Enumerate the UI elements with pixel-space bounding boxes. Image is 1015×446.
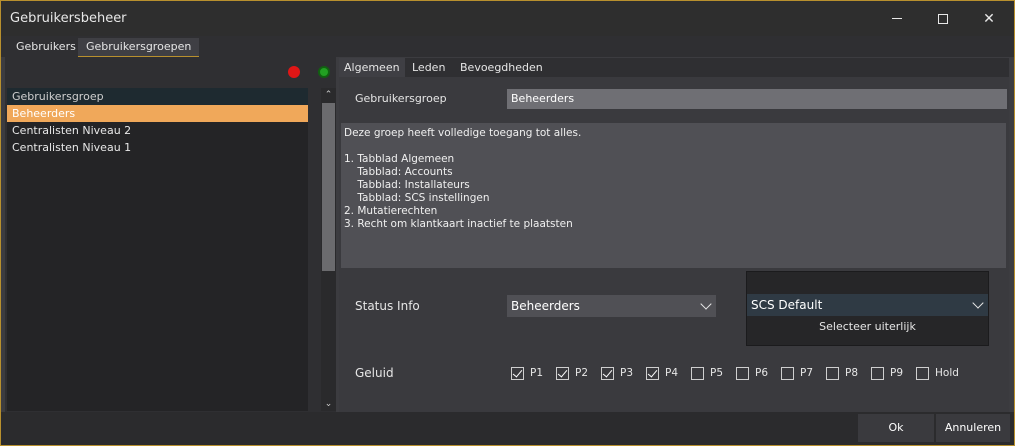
cancel-button[interactable]: Annuleren [936,414,1010,442]
checkbox[interactable] [826,367,839,380]
close-icon: ✕ [983,10,995,27]
group-list: Gebruikersgroep Beheerders Centralisten … [7,88,308,411]
checkbox-label: P5 [710,367,724,379]
checkbox[interactable] [781,367,794,380]
checkbox-label: P7 [800,367,814,379]
sound-label: Geluid [355,366,394,380]
checkbox-label: P2 [575,367,589,379]
select-appearance-button[interactable]: Selecteer uiterlijk [747,317,988,337]
checkbox[interactable] [871,367,884,380]
list-column-header[interactable]: Gebruikersgroep [7,88,308,105]
group-list-panel: Gebruikersgroep Beheerders Centralisten … [5,57,336,412]
chevron-down-icon [972,297,984,309]
group-name-field[interactable]: Beheerders [507,89,1007,109]
chevron-up-icon[interactable]: ⌃ [321,88,336,102]
checkbox[interactable] [511,367,524,380]
checkbox[interactable] [556,367,569,380]
ok-button[interactable]: Ok [858,414,934,442]
checkbox-label: P6 [755,367,769,379]
group-name-label: Gebruikersgroep [355,92,447,105]
tab-bevoegdheden[interactable]: Bevoegdheden [455,58,548,77]
checkbox-label: P4 [665,367,679,379]
minimize-icon [892,18,902,19]
list-scrollbar[interactable]: ⌃ ⌄ [321,88,336,411]
tab-gebruikersgroepen[interactable]: Gebruikersgroepen [78,38,200,57]
close-button[interactable]: ✕ [966,1,1012,36]
list-item-centralisten-niveau-2[interactable]: Centralisten Niveau 2 [7,122,308,139]
checkbox[interactable] [916,367,929,380]
scrollbar-thumb[interactable] [322,103,335,271]
checkbox-label: Hold [935,367,959,379]
dialog-button-bar: Ok Annuleren [1,412,1014,445]
list-item-centralisten-niveau-1[interactable]: Centralisten Niveau 1 [7,139,308,156]
maximize-button[interactable] [920,1,966,36]
group-description-textarea[interactable]: Deze groep heeft volledige toegang tot a… [341,123,1006,268]
appearance-select[interactable]: SCS Default [747,294,988,316]
list-item-beheerders[interactable]: Beheerders [7,105,308,122]
status-info-label: Status Info [355,299,420,313]
general-settings-panel: Gebruikersgroep Beheerders Deze groep he… [339,77,1009,412]
window-title: Gebruikersbeheer [10,11,127,26]
add-group-icon[interactable] [318,66,330,78]
minimize-button[interactable] [874,1,920,36]
status-info-value: Beheerders [511,299,580,313]
checkbox-label: P1 [530,367,544,379]
status-info-select[interactable]: Beheerders [507,295,716,317]
title-bar: Gebruikersbeheer ✕ [1,1,1014,36]
appearance-value: SCS Default [751,298,823,312]
checkbox[interactable] [601,367,614,380]
user-management-window: Gebruikersbeheer ✕ Gebruikers Gebruikers… [0,0,1015,446]
tab-algemeen[interactable]: Algemeen [339,58,405,77]
checkbox-label: P3 [620,367,634,379]
chevron-down-icon[interactable]: ⌄ [321,397,336,411]
maximize-icon [938,13,948,24]
chevron-down-icon [700,298,712,310]
tab-gebruikers[interactable]: Gebruikers [8,38,84,57]
appearance-box: SCS Default Selecteer uiterlijk [746,271,989,346]
checkbox-label: P9 [890,367,904,379]
main-tab-bar: Gebruikers Gebruikersgroepen [1,36,1014,57]
checkbox-label: P8 [845,367,859,379]
detail-tab-bar: Algemeen Leden Bevoegdheden [339,58,1009,77]
checkbox[interactable] [736,367,749,380]
checkbox[interactable] [691,367,704,380]
tab-leden[interactable]: Leden [407,58,450,77]
delete-group-icon[interactable] [288,66,300,78]
checkbox[interactable] [646,367,659,380]
